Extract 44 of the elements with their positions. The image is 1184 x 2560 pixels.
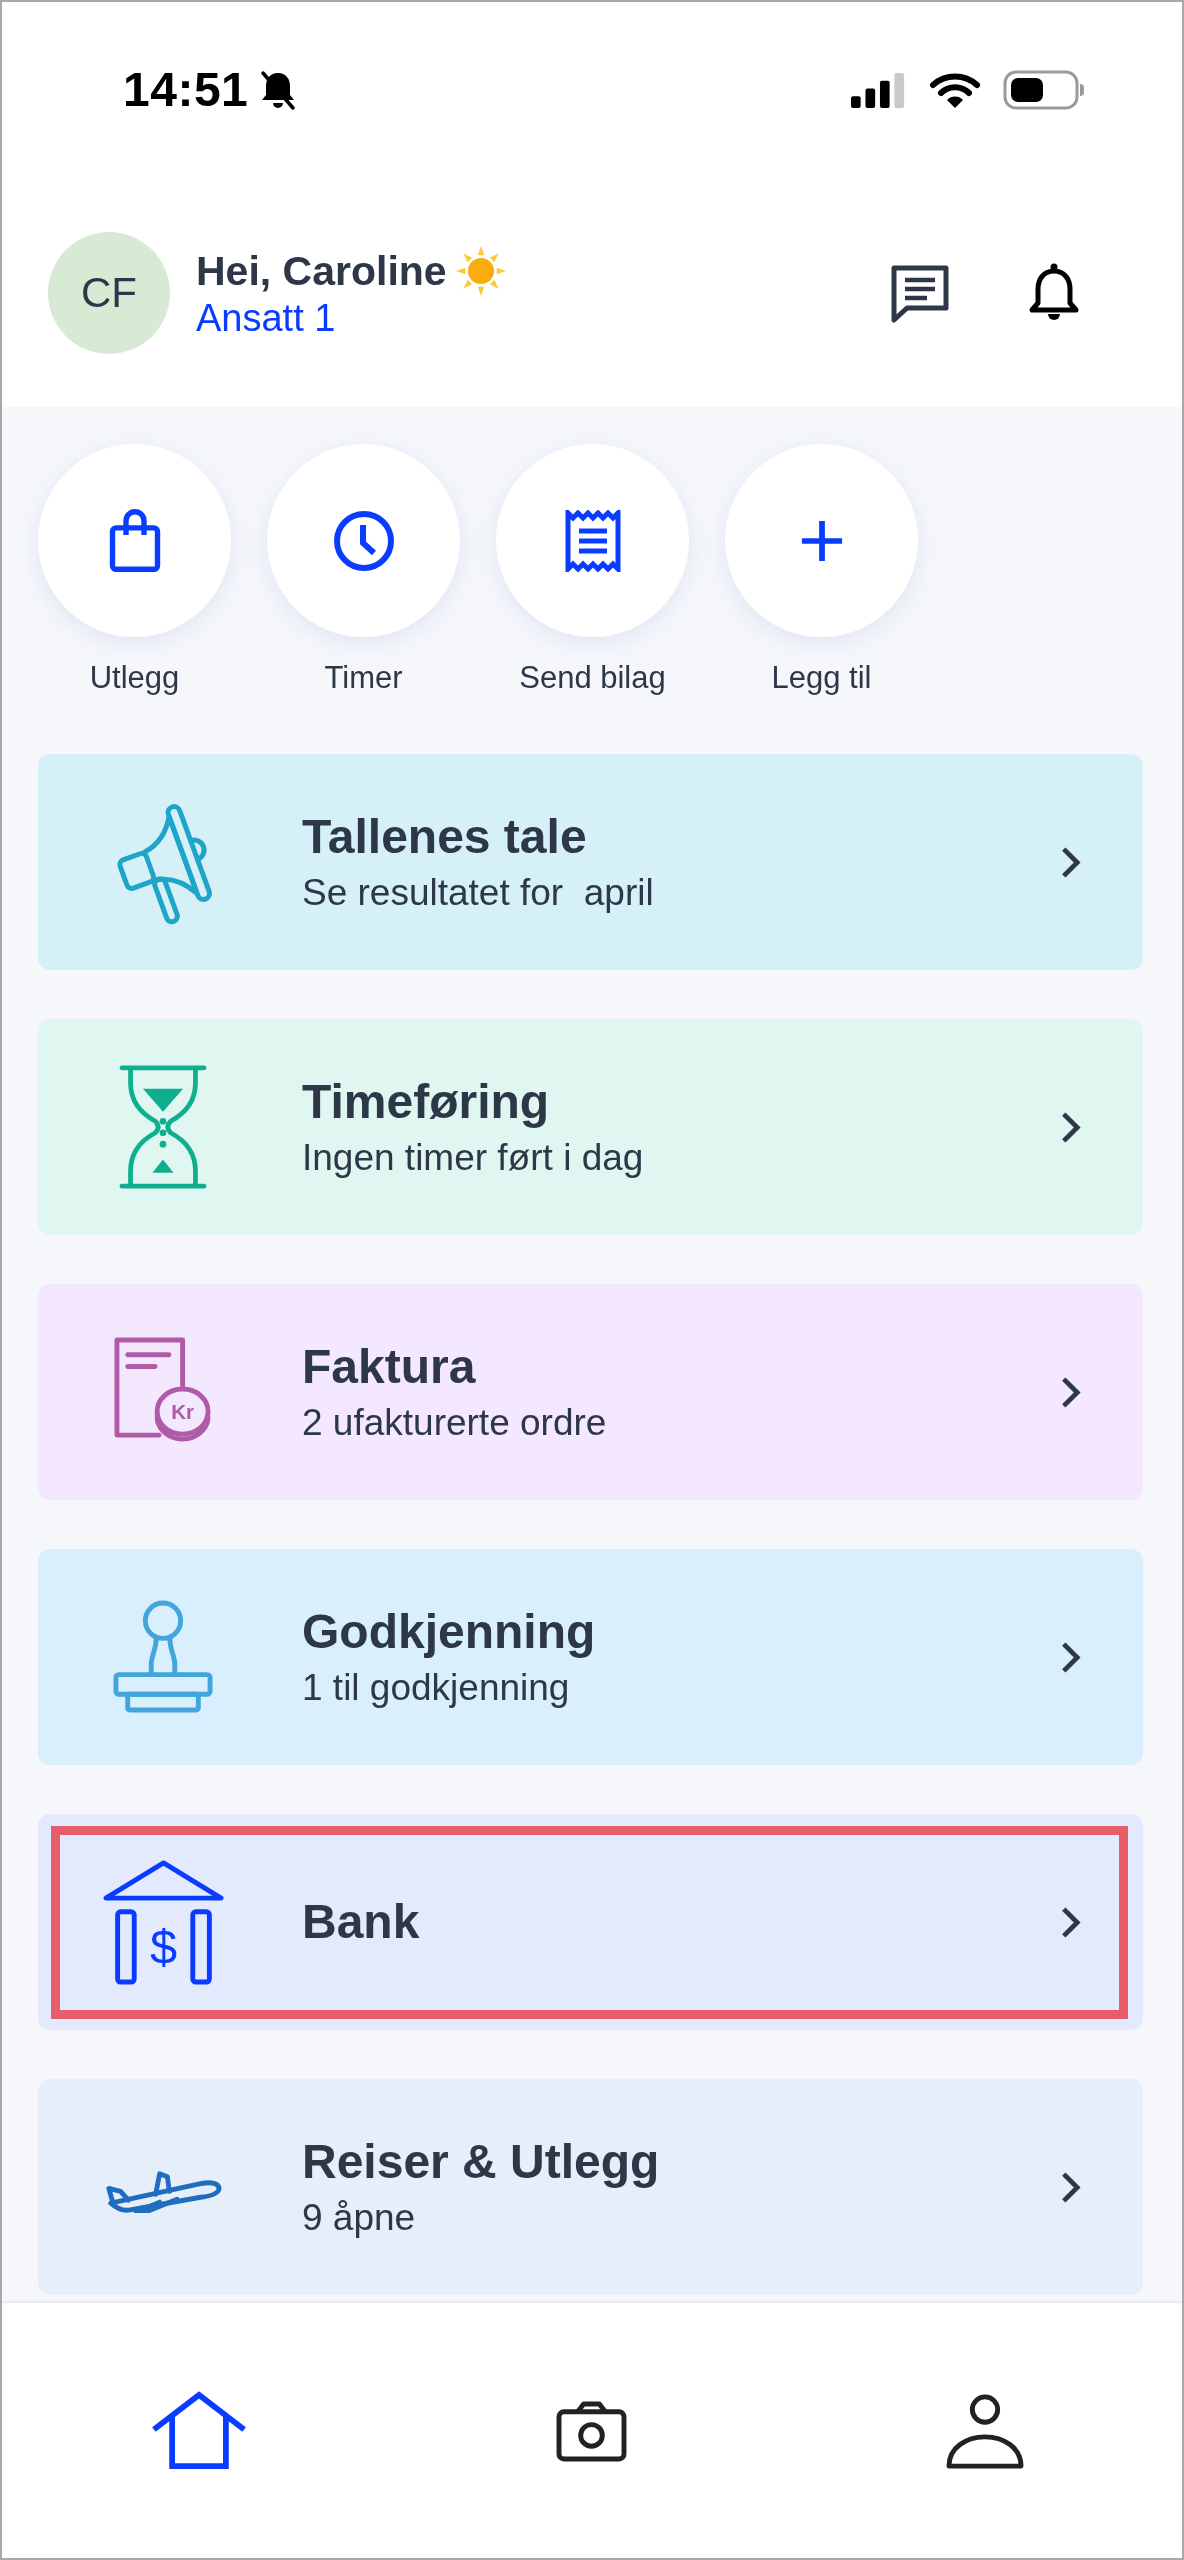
feature-card[interactable]: Reiser & Utlegg 9 åpne <box>38 2079 1143 2295</box>
clock-icon <box>332 509 395 572</box>
status-time: 14:51 <box>123 62 249 118</box>
quick-action-label: Legg til <box>771 660 872 696</box>
card-subtitle: Ingen timer ført i dag <box>302 1136 644 1180</box>
quick-action-label: Utlegg <box>89 660 180 696</box>
chevron-icon <box>1059 1639 1082 1675</box>
chevron-icon <box>1059 1109 1082 1145</box>
feature-card[interactable]: $ Bank <box>38 1814 1143 2030</box>
quick-action-label: Timer <box>324 660 403 696</box>
card-title: Reiser & Utlegg <box>302 2134 660 2190</box>
avatar: CF <box>48 231 170 354</box>
camera-icon <box>556 2399 628 2462</box>
feature-card[interactable]: Timeføring Ingen timer ført i dag <box>38 1019 1143 1235</box>
card-title: Faktura <box>302 1339 477 1395</box>
card-subtitle: 9 åpne <box>302 2196 417 2240</box>
hourglass-icon <box>119 1064 207 1190</box>
card-subtitle: Se resultatet for april <box>302 871 654 915</box>
battery-icon <box>1003 70 1085 110</box>
signal-icon <box>851 72 907 108</box>
card-title: Godkjenning <box>302 1604 596 1660</box>
card-title: Tallenes tale <box>302 809 588 865</box>
greeting-text: Hei, Caroline <box>196 246 447 295</box>
card-title: Bank <box>302 1894 420 1950</box>
sun-icon <box>455 245 506 296</box>
card-title: Timeføring <box>302 1074 551 1130</box>
quick-action-label: Send bilag <box>519 660 666 696</box>
role-text: Ansatt 1 <box>196 295 337 340</box>
card-subtitle: 2 ufakturerte ordre <box>302 1401 607 1445</box>
chevron-icon <box>1059 1904 1082 1940</box>
receipt-icon <box>564 509 621 572</box>
chevron-icon <box>1059 2169 1082 2205</box>
plus-icon <box>799 518 844 563</box>
wifi-icon <box>929 71 981 109</box>
chevron-icon <box>1059 1374 1082 1410</box>
person-icon <box>945 2392 1026 2469</box>
chevron-icon <box>1059 844 1082 880</box>
bag-icon <box>107 508 162 573</box>
feature-card[interactable]: Kr Faktura 2 ufakturerte ordre <box>38 1284 1143 1500</box>
stamp-icon <box>112 1599 214 1715</box>
home-icon <box>150 2391 247 2470</box>
card-subtitle: 1 til godkjenning <box>302 1666 571 1710</box>
feature-card[interactable]: Godkjenning 1 til godkjenning <box>38 1549 1143 1765</box>
feature-card[interactable]: Tallenes tale Se resultatet for april <box>38 754 1143 970</box>
